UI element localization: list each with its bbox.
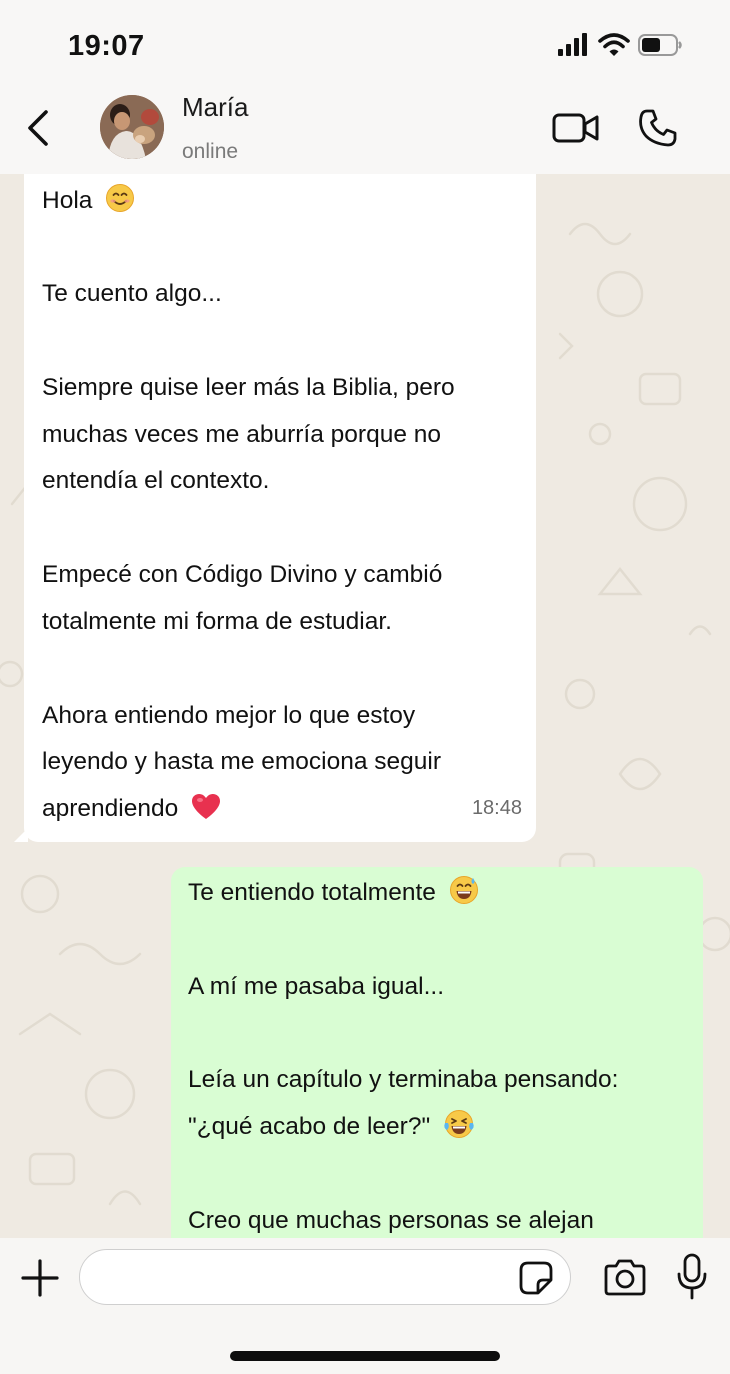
incoming-message-bubble[interactable]: Hola Te cuento algo... Siempre quise lee… (14, 174, 536, 842)
home-indicator[interactable] (230, 1351, 500, 1361)
whatsapp-chat-screen: 19:07 María online Hola Te cuento algo..… (0, 0, 730, 1374)
chat-area[interactable]: Hola Te cuento algo... Siempre quise lee… (0, 174, 730, 1238)
message-line: aprendiendo (42, 786, 221, 833)
message-line: Creo que muchas personas se alejan (188, 1207, 594, 1234)
message-line: Leía un capítulo y terminaba pensando: (188, 1066, 619, 1093)
smiling-face-emoji (106, 184, 135, 212)
phone-icon[interactable] (638, 108, 678, 148)
back-chevron-icon[interactable] (20, 106, 60, 150)
plus-icon[interactable] (20, 1258, 60, 1298)
message-line: muchas veces me aburría porque no (42, 421, 442, 448)
message-line: Ahora entiendo mejor lo que estoy (42, 702, 416, 729)
message-input-bar (0, 1238, 730, 1374)
message-timestamp: 18:48 (471, 797, 522, 820)
message-line: Te entiendo totalmente (188, 870, 479, 917)
red-heart-emoji (192, 794, 221, 819)
chat-header: María online (0, 86, 730, 174)
bubble-tail (14, 828, 28, 842)
message-line: totalmente mi forma de estudiar. (42, 608, 392, 635)
grinning-sweat-emoji (449, 876, 478, 904)
status-bar: 19:07 (0, 0, 730, 86)
microphone-icon[interactable] (676, 1252, 708, 1302)
message-text: aprendiendo (42, 795, 179, 822)
battery-icon (638, 34, 682, 56)
outgoing-message-bubble[interactable]: Te entiendo totalmente A mí me pasaba ig… (171, 867, 703, 1238)
message-line: Siempre quise leer más la Biblia, pero (42, 374, 455, 401)
wifi-icon (598, 33, 630, 56)
message-text: "¿qué acabo de leer?" (188, 1113, 431, 1140)
cellular-signal-icon (558, 33, 587, 56)
message-input[interactable] (79, 1249, 571, 1305)
message-line: Te cuento algo... (42, 280, 222, 307)
message-text: Hola (42, 187, 93, 214)
tears-of-joy-emoji (444, 1110, 474, 1138)
message-line: Empecé con Código Divino y cambió (42, 561, 443, 588)
message-line: A mí me pasaba igual... (188, 973, 445, 1000)
message-line: entendía el contexto. (42, 467, 270, 494)
contact-avatar[interactable] (100, 95, 164, 159)
sticker-icon[interactable] (518, 1260, 554, 1296)
status-time: 19:07 (68, 30, 145, 62)
camera-icon[interactable] (602, 1258, 648, 1298)
message-line: leyendo y hasta me emociona seguir (42, 748, 442, 775)
video-camera-icon[interactable] (552, 110, 600, 146)
message-line: Hola (42, 178, 135, 225)
message-line: "¿qué acabo de leer?" (188, 1104, 475, 1151)
contact-status: online (182, 140, 239, 163)
contact-name[interactable]: María (182, 92, 248, 123)
message-text: Te entiendo totalmente (188, 879, 436, 906)
